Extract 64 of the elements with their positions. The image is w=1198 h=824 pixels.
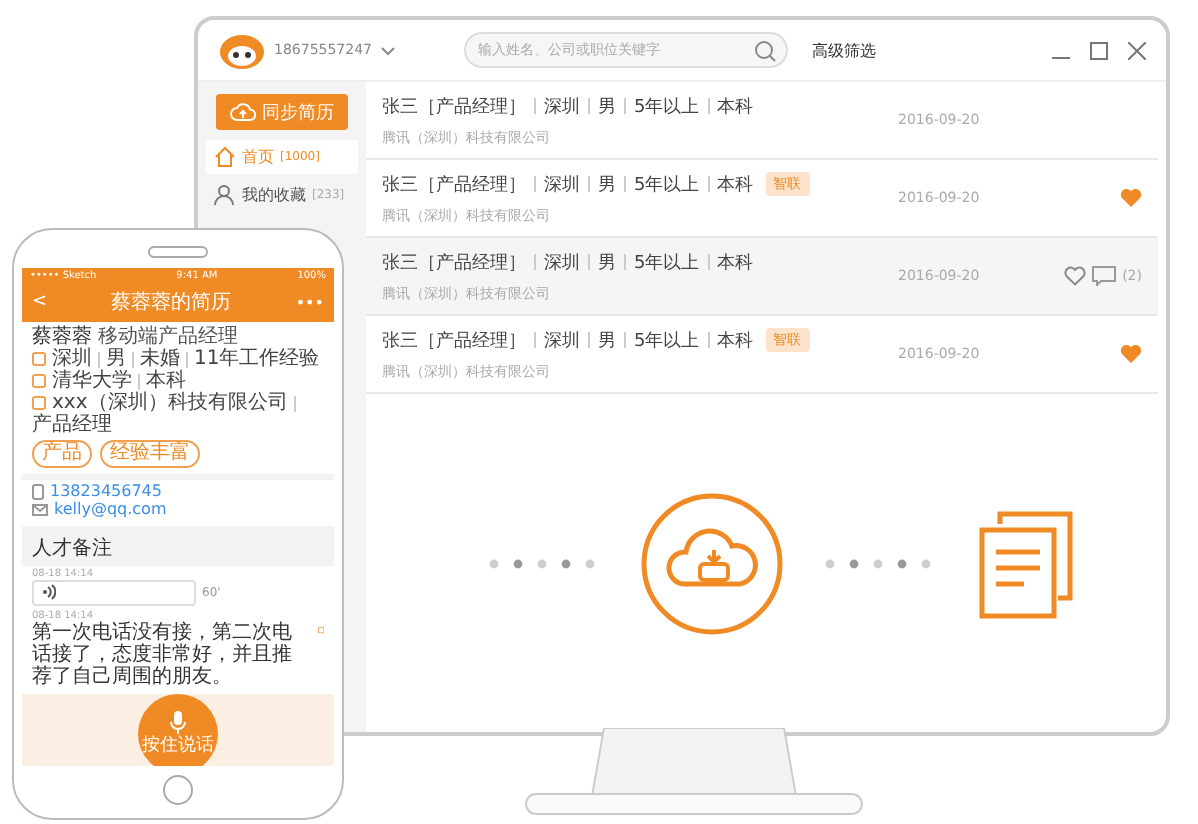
resume-field: 张三［产品经理］ xyxy=(382,327,526,353)
profile-detail: 未婚 xyxy=(140,348,180,370)
screen-title: 蔡蓉蓉的简历 xyxy=(111,289,232,316)
resume-field: 深圳 xyxy=(544,249,580,275)
contact-link[interactable]: 13823456745 xyxy=(50,484,162,502)
resume-field: 5年以上 xyxy=(634,327,700,353)
resume-field: 本科 xyxy=(717,171,754,197)
resume-field: 深圳 xyxy=(544,171,580,197)
person-icon xyxy=(214,184,236,206)
resume-field: 5年以上 xyxy=(634,249,700,275)
phone-icon xyxy=(32,484,44,501)
profile-detail: 男 xyxy=(106,348,126,370)
more-button[interactable]: ••• xyxy=(295,293,324,311)
job-title: 移动端产品经理 xyxy=(98,326,238,348)
maximize-icon[interactable] xyxy=(1090,41,1108,59)
profile-detail: 11年工作经验 xyxy=(194,348,320,370)
note-text: 第一次电话没有接，第二次电话接了，态度非常好，并且推荐了自己周围的朋友。 xyxy=(32,621,294,688)
profile-detail: xxx（深圳）科技有限公司 xyxy=(52,392,288,414)
dots-drawing xyxy=(824,557,936,569)
resume-field: 张三［产品经理］ xyxy=(382,171,526,197)
profile-detail: 产品经理 xyxy=(32,414,112,436)
candidate-name: 蔡蓉蓉 xyxy=(32,326,92,348)
heart-outline-icon[interactable] xyxy=(1064,266,1087,286)
comment-icon[interactable] xyxy=(1092,266,1117,286)
sound-wave-icon xyxy=(42,584,56,601)
sync-resume-button[interactable]: 同步简历 xyxy=(216,94,348,130)
home-button-icon[interactable] xyxy=(162,774,194,806)
resume-field: 本科 xyxy=(717,93,754,119)
back-button[interactable]: < xyxy=(32,292,48,312)
skill-tag: 经验丰富 xyxy=(100,440,200,468)
logo-icon xyxy=(218,30,266,70)
profile-detail: 清华大学 xyxy=(52,370,132,392)
resume-field: 张三［产品经理］ xyxy=(382,93,526,119)
microphone-icon xyxy=(170,710,186,735)
chevron-down-icon[interactable] xyxy=(380,45,396,55)
skill-tag: 产品 xyxy=(32,440,92,468)
resume-field: 本科 xyxy=(717,327,754,353)
profile-detail: 深圳 xyxy=(52,348,92,370)
resume-field: 本科 xyxy=(717,249,754,275)
resume-field: 男 xyxy=(598,327,616,353)
search-icon[interactable] xyxy=(754,39,776,61)
advanced-filter-link[interactable]: 高级筛选 xyxy=(812,39,876,61)
mail-icon xyxy=(32,504,48,517)
contact-link[interactable]: kelly@qq.com xyxy=(54,501,167,520)
resume-field: 5年以上 xyxy=(634,93,700,119)
resume-field: 深圳 xyxy=(544,93,580,119)
cloud-upload-icon xyxy=(230,102,256,122)
section-title: 人才备注 xyxy=(30,535,114,564)
resume-field: 男 xyxy=(598,93,616,119)
resume-field: 张三［产品经理］ xyxy=(382,249,526,275)
cloud-sync-icon xyxy=(640,491,784,635)
speaker-icon xyxy=(148,246,208,258)
heart-icon[interactable] xyxy=(1120,188,1142,208)
home-icon xyxy=(214,146,236,168)
close-icon[interactable] xyxy=(1128,41,1146,59)
record-button[interactable]: 按住说话 xyxy=(138,693,218,766)
documents-icon xyxy=(976,507,1076,619)
resume-field: 深圳 xyxy=(544,327,580,353)
resume-field: 男 xyxy=(598,171,616,197)
dots-drawing xyxy=(488,557,600,569)
resume-field: 男 xyxy=(598,249,616,275)
profile-detail: 本科 xyxy=(146,370,186,392)
heart-icon[interactable] xyxy=(1120,344,1142,364)
resume-field: 5年以上 xyxy=(634,171,700,197)
